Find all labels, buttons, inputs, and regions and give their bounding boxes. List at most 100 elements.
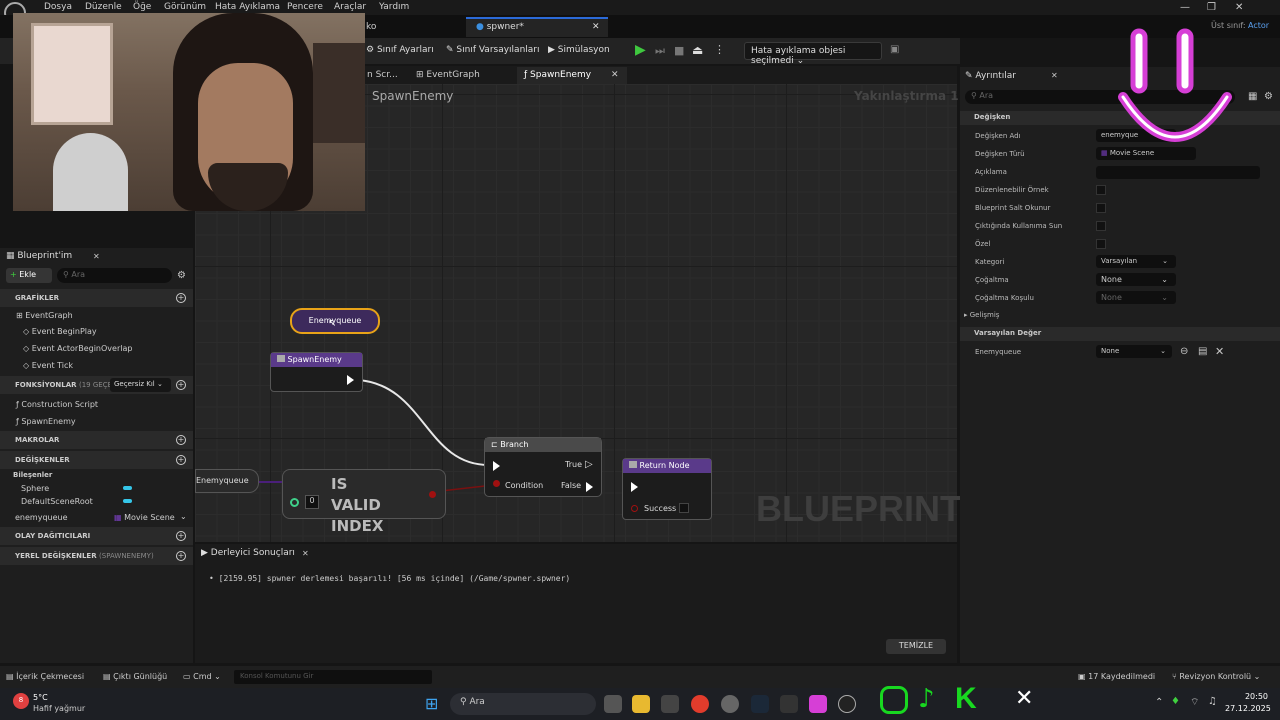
eject-icon[interactable]: ⏏ [692, 43, 703, 57]
output-log-button[interactable]: ▤ Çıktı Günlüğü [103, 672, 167, 681]
use-selected-icon[interactable]: ⊖ [1180, 346, 1188, 357]
success-checkbox[interactable] [679, 503, 689, 513]
override-function-dropdown[interactable]: Geçersiz Kıl ⌄ [110, 378, 171, 392]
debug-object-dropdown[interactable]: Hata ayıklama objesi seçilmedi ⌄ [744, 42, 882, 66]
revision-control-button[interactable]: ⑂ Revizyon Kontrolü ⌄ [1172, 672, 1260, 681]
event-actorbeginoverlap-item[interactable]: ◇ Event ActorBeginOverlap [23, 344, 132, 353]
tooltip-input[interactable] [1096, 166, 1260, 179]
local-variables-header[interactable]: YEREL DEĞİŞKENLER (SPAWNENEMY) [0, 547, 193, 565]
replication-dropdown[interactable]: None ⌄ [1096, 273, 1176, 286]
tab-partial[interactable]: ko [366, 22, 376, 32]
event-dispatchers-header[interactable]: OLAY DAĞITICILARI [0, 527, 193, 545]
table-view-icon[interactable]: ▦ [1248, 91, 1257, 102]
content-drawer-button[interactable]: ▤ İçerik Çekmecesi [6, 672, 84, 681]
clear-button[interactable]: TEMİZLE [886, 639, 946, 654]
menu-help[interactable]: Yardım [379, 2, 409, 12]
event-graph-item[interactable]: ⊞ EventGraph [16, 311, 73, 320]
details-settings-icon[interactable]: ⚙ [1264, 91, 1273, 102]
event-beginplay-item[interactable]: ◇ Event BeginPlay [23, 327, 97, 336]
bool-output-pin[interactable] [429, 491, 436, 498]
file-explorer-icon[interactable] [632, 695, 650, 713]
wifi-icon[interactable]: ⌔ [1190, 696, 1199, 709]
construction-script-item[interactable]: ƒ Construction Script [16, 400, 98, 409]
success-pin[interactable] [631, 505, 638, 512]
unsaved-button[interactable]: ▣ 17 Kaydedilmedi [1078, 672, 1155, 681]
debug-filter-icon[interactable]: ▣ [890, 44, 899, 55]
menu-window[interactable]: Pencere [287, 2, 323, 12]
windows-start-icon[interactable]: ⊞ [425, 694, 438, 713]
details-tab[interactable]: ✎ Ayrıntılar [965, 71, 1016, 81]
unreal-taskbar-icon[interactable] [838, 695, 856, 713]
clear-value-icon[interactable]: ✕ [1215, 345, 1224, 358]
index-input-field[interactable]: 0 [305, 495, 319, 509]
tab-spwner[interactable]: ● spwner* ✕ [466, 17, 608, 37]
category-dropdown[interactable]: Varsayılan ⌄ [1096, 255, 1176, 268]
add-variable-icon[interactable]: + [176, 455, 186, 465]
expose-checkbox[interactable] [1096, 221, 1106, 231]
readonly-checkbox[interactable] [1096, 203, 1106, 213]
minimize-icon[interactable]: — [1180, 2, 1190, 13]
add-dispatcher-icon[interactable]: + [176, 531, 186, 541]
github-icon[interactable] [721, 695, 739, 713]
graphs-section-header[interactable]: GRAFİKLER [0, 289, 193, 307]
replication-condition-dropdown[interactable]: None ⌄ [1096, 291, 1176, 304]
branch-true-pin[interactable]: ▷ [585, 459, 593, 470]
tab-construction-script[interactable]: n Scr... [367, 70, 398, 80]
add-macro-icon[interactable]: + [176, 435, 186, 445]
steam-icon[interactable] [751, 695, 769, 713]
tab-event-graph[interactable]: ⊞ EventGraph [416, 70, 480, 80]
tab-spawn-enemy[interactable]: ƒ SpawnEnemy [524, 70, 591, 80]
add-graph-icon[interactable]: + [176, 293, 186, 303]
close-window-icon[interactable]: ✕ [1235, 2, 1243, 13]
default-value-dropdown[interactable]: None ⌄ [1096, 345, 1172, 358]
browse-folder-icon[interactable]: ▤ [1198, 346, 1207, 357]
close-compiler-tab-icon[interactable]: ✕ [302, 549, 309, 558]
tray-chevron-icon[interactable]: ⌃ [1155, 697, 1163, 708]
close-graph-tab-icon[interactable]: ✕ [611, 70, 619, 80]
weather-icon[interactable]: 8 [13, 693, 29, 709]
index-input-pin[interactable] [290, 498, 299, 507]
app-icon[interactable] [809, 695, 827, 713]
close-panel-icon[interactable]: ✕ [93, 252, 100, 261]
chrome-icon[interactable] [691, 695, 709, 713]
simulation-button[interactable]: ▶ Simülasyon [548, 45, 610, 55]
close-details-icon[interactable]: ✕ [1051, 71, 1058, 80]
default-value-section-header[interactable]: Varsayılan Değer [960, 327, 1280, 341]
spawn-enemy-function-item[interactable]: ƒ SpawnEnemy [16, 417, 76, 426]
menu-view[interactable]: Görünüm [164, 2, 206, 12]
blueprint-search-input[interactable]: ⚲ Ara [57, 268, 172, 283]
clock-time[interactable]: 20:50 [1230, 692, 1268, 701]
play-icon[interactable]: ▶ [635, 42, 646, 58]
cmd-dropdown[interactable]: ▭ Cmd ⌄ [183, 672, 221, 681]
clock-date[interactable]: 27.12.2025 [1225, 704, 1271, 713]
task-view-icon[interactable] [604, 695, 622, 713]
macros-section-header[interactable]: MAKROLAR [0, 431, 193, 449]
close-tab-icon[interactable]: ✕ [592, 22, 600, 32]
volume-icon[interactable]: ♫ [1208, 696, 1217, 707]
add-button[interactable]: + Ekle [6, 268, 52, 283]
menu-file[interactable]: Dosya [44, 2, 72, 12]
return-node[interactable]: Return Node Success [622, 458, 712, 520]
menu-asset[interactable]: Öğe [133, 2, 151, 12]
default-scene-root-item[interactable]: DefaultSceneRoot [21, 497, 93, 506]
advanced-expander[interactable]: ▸ Gelişmiş [964, 311, 999, 319]
compiler-results-tab[interactable]: ▶ Derleyici Sonuçları [201, 548, 295, 558]
branch-node[interactable]: ⊏ Branch True ▷ Condition False [484, 437, 602, 497]
taskbar-search[interactable]: ⚲ Ara [450, 693, 596, 715]
enemyqueue-type[interactable]: ▦ Movie Scene [114, 513, 175, 522]
exec-out-pin[interactable] [347, 375, 354, 385]
settings-gear-icon[interactable]: ⚙ [177, 270, 186, 281]
sphere-component-item[interactable]: Sphere [21, 484, 49, 493]
add-local-variable-icon[interactable]: + [176, 551, 186, 561]
parent-class-link[interactable]: Actor [1248, 21, 1269, 30]
is-valid-index-node[interactable]: IS VALID INDEX 0 [282, 469, 446, 535]
restore-icon[interactable]: ❐ [1207, 2, 1216, 13]
branch-false-pin[interactable] [586, 482, 593, 492]
store-icon[interactable] [661, 695, 679, 713]
class-defaults-button[interactable]: ✎ Sınıf Varsayılanları [446, 45, 540, 55]
epic-games-icon[interactable] [780, 695, 798, 713]
class-settings-button[interactable]: ⚙ Sınıf Ayarları [366, 45, 434, 55]
mic-icon[interactable]: ♦ [1171, 696, 1180, 707]
variables-section-header[interactable]: DEĞİŞKENLER [0, 451, 193, 469]
stop-icon[interactable]: ■ [674, 44, 684, 57]
